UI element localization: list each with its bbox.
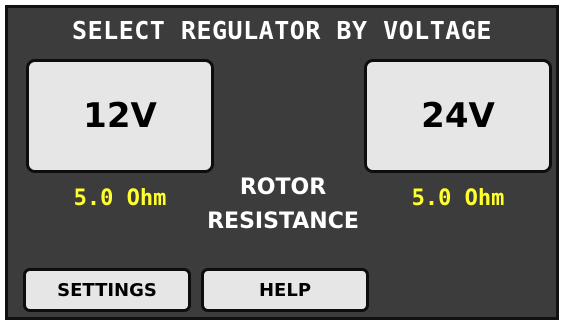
rotor-resistance-line2: RESISTANCE	[207, 209, 359, 234]
regulator-12v-label: 12V	[83, 96, 157, 136]
help-button-label: HELP	[258, 279, 312, 301]
regulator-24v-button[interactable]: 24V	[364, 59, 552, 173]
rotor-resistance-label: ROTOR RESISTANCE	[198, 171, 368, 239]
settings-button[interactable]: SETTINGS	[23, 268, 191, 312]
settings-button-label: SETTINGS	[57, 279, 157, 301]
regulator-12v-button[interactable]: 12V	[26, 59, 214, 173]
rotor-resistance-line1: ROTOR	[239, 175, 327, 200]
help-button[interactable]: HELP	[201, 268, 369, 312]
resistance-24v-value: 5.0 Ohm	[411, 186, 505, 211]
regulator-24v-label: 24V	[421, 96, 495, 136]
resistance-12v-value: 5.0 Ohm	[73, 186, 167, 211]
screen-title: SELECT REGULATOR BY VOLTAGE	[72, 16, 492, 45]
regulator-select-screen: SELECT REGULATOR BY VOLTAGE 12V 24V 5.0 …	[5, 5, 559, 320]
